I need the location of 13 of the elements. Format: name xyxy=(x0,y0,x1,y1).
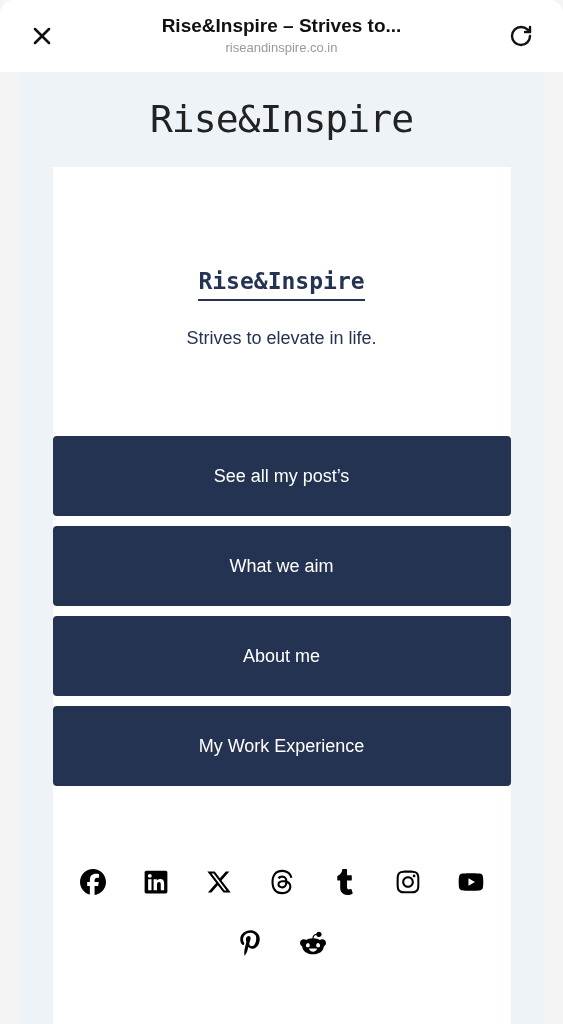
link-button[interactable]: See all my post’s xyxy=(52,436,511,516)
site-title[interactable]: Rise&Inspire xyxy=(149,91,414,148)
link-button[interactable]: About me xyxy=(52,616,511,696)
page-url: riseandinspire.co.in xyxy=(225,39,338,57)
page-title: Rise&Inspire – Strives to... xyxy=(161,14,402,38)
x-logo-icon[interactable] xyxy=(205,868,232,895)
link-button[interactable]: My Work Experience xyxy=(52,706,511,786)
round-f-icon[interactable] xyxy=(79,868,106,895)
site-logo[interactable]: Rise&Inspire xyxy=(198,265,365,301)
tagline: Strives to elevate in life. xyxy=(186,327,377,350)
alien-head-icon[interactable] xyxy=(299,929,327,956)
camera-icon[interactable] xyxy=(394,868,421,895)
link-button[interactable]: What we aim xyxy=(52,526,511,606)
